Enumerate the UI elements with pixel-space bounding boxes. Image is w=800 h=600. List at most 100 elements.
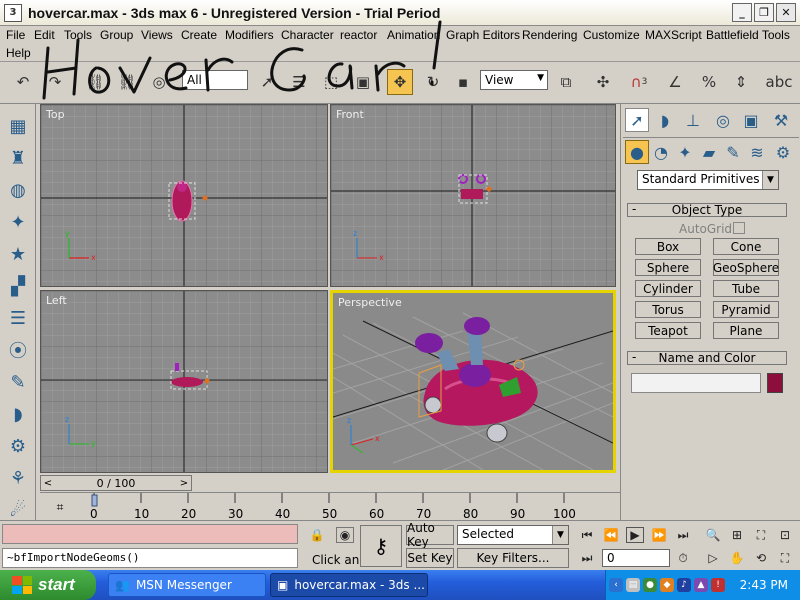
zoom-extents-icon[interactable]: ⛶ xyxy=(752,527,770,543)
menu-tools[interactable]: Tools xyxy=(64,28,92,42)
menu-group[interactable]: Group xyxy=(100,28,133,42)
lock-selection-icon[interactable]: 🔒 xyxy=(308,527,326,543)
systems-icon[interactable]: ⚙ xyxy=(771,140,795,164)
geometry-icon[interactable]: ● xyxy=(625,140,649,164)
play-icon[interactable]: ▶ xyxy=(626,527,644,543)
geosphere-button[interactable]: GeoSphere xyxy=(713,259,779,276)
auto-key-button[interactable]: Auto Key xyxy=(406,521,454,549)
cylinder-button[interactable]: Cylinder xyxy=(635,280,701,297)
select-by-name-icon[interactable]: ☰ xyxy=(286,69,312,95)
menu-views[interactable]: Views xyxy=(141,28,173,42)
key-mode-icon[interactable]: ⚷ xyxy=(360,525,402,567)
select-object-icon[interactable]: ➚ xyxy=(254,69,280,95)
viewport-label-front[interactable]: Front xyxy=(336,108,364,121)
time-slider-next-button[interactable]: > xyxy=(177,476,191,490)
viewport-label-perspective[interactable]: Perspective xyxy=(338,296,402,309)
zoom-icon[interactable]: 🔍 xyxy=(704,527,722,543)
sphere-button[interactable]: Sphere xyxy=(635,259,701,276)
cameras-tab-icon[interactable]: ◗ xyxy=(6,402,30,426)
absolute-mode-icon[interactable]: ◉ xyxy=(336,527,354,543)
particles-tab-icon[interactable]: ✦ xyxy=(6,210,30,234)
viewport-label-left[interactable]: Left xyxy=(46,294,67,307)
redo-icon[interactable]: ↷ xyxy=(42,69,68,95)
hierarchy-tab-icon[interactable]: ⊥ xyxy=(681,108,705,132)
taskbar-3dsmax[interactable]: ▣ hovercar.max - 3ds ... xyxy=(270,573,428,597)
edit-named-selection-icon[interactable]: abc xyxy=(766,69,793,95)
rectangular-selection-icon[interactable]: ⬚ xyxy=(318,69,344,95)
3ds-max-icon[interactable]: 3 xyxy=(4,3,22,22)
menu-animation[interactable]: Animation xyxy=(387,28,440,42)
selected-dropdown[interactable]: Selected ▼ xyxy=(457,525,569,545)
window-crossing-icon[interactable]: ▣ xyxy=(350,69,376,95)
space-warps-icon[interactable]: ≋ xyxy=(745,140,769,164)
pyramid-button[interactable]: Pyramid xyxy=(713,301,779,318)
lights-icon[interactable]: ✦ xyxy=(673,140,697,164)
key-filters-button[interactable]: Key Filters... xyxy=(457,548,569,568)
minimize-button[interactable]: _ xyxy=(732,3,752,22)
display-tab-icon[interactable]: ▣ xyxy=(739,108,763,132)
start-button[interactable]: start xyxy=(0,570,96,600)
menu-reactor[interactable]: reactor xyxy=(340,28,377,42)
motion-tab-icon[interactable]: ◎ xyxy=(711,108,735,132)
teapot-button[interactable]: Teapot xyxy=(635,322,701,339)
viewport-label-top[interactable]: Top xyxy=(46,108,65,121)
cameras-icon[interactable]: ▰ xyxy=(697,140,721,164)
select-and-move-icon[interactable]: ✥ xyxy=(387,69,413,95)
field-of-view-icon[interactable]: ▷ xyxy=(704,550,722,566)
menu-help[interactable]: Help xyxy=(6,46,31,60)
go-to-end-icon[interactable]: ⏭ xyxy=(674,527,692,543)
viewport-top[interactable]: xy Top xyxy=(40,104,328,287)
dynamics-tab-icon[interactable]: ⦿ xyxy=(6,338,30,362)
maxscript-listener-output[interactable]: ~bfImportNodeGeoms() xyxy=(2,548,298,568)
character-tab-icon[interactable]: ★ xyxy=(6,242,30,266)
select-and-manipulate-icon[interactable]: ✣ xyxy=(590,69,616,95)
torus-button[interactable]: Torus xyxy=(635,301,701,318)
helpers-tab-icon[interactable]: ⚙ xyxy=(6,434,30,458)
menu-modifiers[interactable]: Modifiers xyxy=(225,28,274,42)
taskbar-msn-messenger[interactable]: 👥 MSN Messenger xyxy=(108,573,266,597)
zoom-extents-all-icon[interactable]: ⊡ xyxy=(776,527,794,543)
restore-button[interactable]: ❐ xyxy=(754,3,774,22)
tray-security-icon[interactable]: ▲ xyxy=(694,578,708,592)
zoom-all-icon[interactable]: ⊞ xyxy=(728,527,746,543)
shapes-icon[interactable]: ◔ xyxy=(649,140,673,164)
time-slider-prev-button[interactable]: < xyxy=(41,476,55,490)
cone-button[interactable]: Cone xyxy=(713,238,779,255)
menu-customize[interactable]: Customize xyxy=(583,28,640,42)
time-configuration-icon[interactable]: ⏱ xyxy=(674,550,692,566)
menu-rendering[interactable]: Rendering xyxy=(522,28,577,42)
menu-maxscript[interactable]: MAXScript xyxy=(645,28,702,42)
percent-snap-icon[interactable]: % xyxy=(696,69,722,95)
pan-icon[interactable]: ✋ xyxy=(728,550,746,566)
menu-file[interactable]: File xyxy=(6,28,25,42)
previous-frame-icon[interactable]: ⏪ xyxy=(602,527,620,543)
object-category-dropdown[interactable]: Standard Primitives ▼ xyxy=(637,170,779,190)
maximize-viewport-icon[interactable]: ⛶ xyxy=(776,550,794,566)
tray-app-icon[interactable]: ◆ xyxy=(660,578,674,592)
viewport-perspective[interactable]: xz Perspective xyxy=(330,290,616,473)
next-frame-icon[interactable]: ⏩ xyxy=(650,527,668,543)
menu-create[interactable]: Create xyxy=(181,28,217,42)
name-and-color-rollout-header[interactable]: - Name and Color xyxy=(627,350,787,365)
use-pivot-center-icon[interactable]: ⧉ xyxy=(553,69,579,95)
lights-tab-icon[interactable]: ✎ xyxy=(6,370,30,394)
menu-graph-editors[interactable]: Graph Editors xyxy=(446,28,520,42)
selection-filter-dropdown[interactable]: All xyxy=(182,70,248,90)
snaps-toggle-icon[interactable]: ∩ 3 xyxy=(626,69,652,95)
tray-collapse-icon[interactable]: ‹ xyxy=(609,578,623,592)
time-slider[interactable]: < 0 / 100 > xyxy=(40,475,192,491)
helpers-icon[interactable]: ✎ xyxy=(721,140,745,164)
maxscript-mini-listener[interactable] xyxy=(2,524,298,544)
current-frame-field[interactable]: 0 xyxy=(602,549,670,567)
select-and-link-icon[interactable]: ⛓ xyxy=(82,69,108,95)
angle-snap-icon[interactable]: ∠ xyxy=(662,69,688,95)
key-mode-toggle-icon[interactable]: ⏭ xyxy=(578,550,596,566)
undo-icon[interactable]: ↶ xyxy=(10,69,36,95)
go-to-start-icon[interactable]: ⏮ xyxy=(578,527,596,543)
track-bar[interactable]: ⌗ 0 10 20 30 40 50 60 70 80 90 100 xyxy=(40,492,620,521)
menu-battlefield-tools[interactable]: Battlefield Tools xyxy=(706,28,790,42)
spinner-snap-icon[interactable]: ⇕ xyxy=(728,69,754,95)
objects-tab-icon[interactable]: ▦ xyxy=(6,114,30,138)
arc-rotate-icon[interactable]: ⟲ xyxy=(752,550,770,566)
tray-msn-icon[interactable]: ● xyxy=(643,578,657,592)
